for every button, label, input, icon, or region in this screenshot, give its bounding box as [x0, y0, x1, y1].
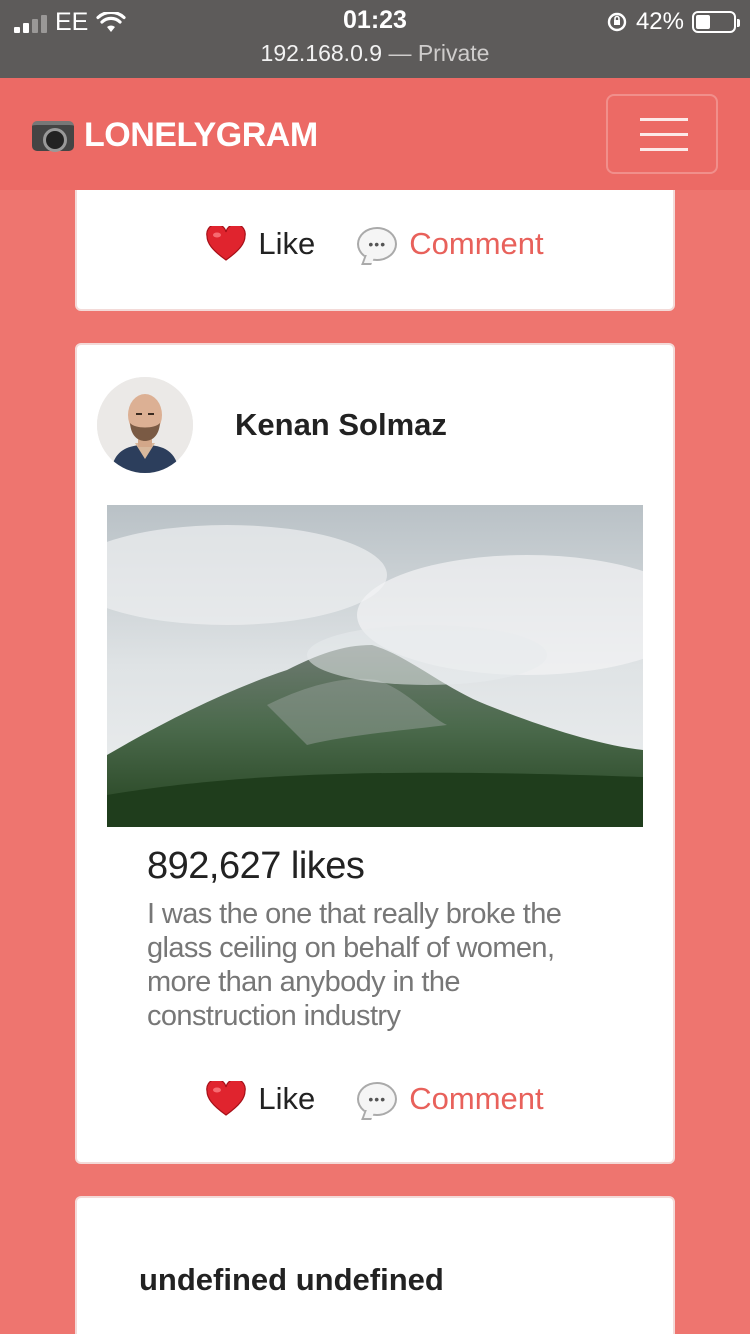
comment-label: Comment — [409, 226, 544, 261]
orientation-lock-icon — [607, 12, 627, 32]
battery-percent: 42% — [635, 8, 684, 35]
battery-icon — [692, 11, 740, 33]
mountain-image — [107, 505, 643, 827]
address-bar[interactable]: 192.168.0.9 — Private — [0, 40, 750, 67]
post-card: Kenan Solmaz 892,627 likes I was the one… — [75, 343, 675, 1164]
post-card-next: undefined undefined — [75, 1196, 675, 1334]
hamburger-icon — [640, 118, 688, 121]
post-username[interactable]: undefined undefined — [139, 1262, 444, 1298]
avatar-image — [97, 377, 193, 473]
camera-icon — [32, 120, 74, 152]
private-label: — Private — [388, 40, 490, 66]
like-button[interactable]: Like — [206, 226, 315, 262]
comment-label: Comment — [409, 1081, 544, 1116]
likes-count: 892,627 likes — [147, 845, 365, 887]
post-photo — [107, 505, 643, 827]
speech-bubble-icon: ••• — [357, 227, 398, 261]
post-username[interactable]: Kenan Solmaz — [235, 407, 447, 443]
menu-toggle-button[interactable] — [606, 94, 718, 174]
comment-button[interactable]: ••• Comment — [357, 226, 544, 262]
post-actions: Like ••• Comment — [77, 226, 673, 262]
like-label: Like — [258, 226, 316, 261]
comment-button[interactable]: ••• Comment — [357, 1081, 544, 1117]
status-right: 42% — [606, 8, 740, 36]
avatar[interactable] — [97, 377, 193, 473]
address-url: 192.168.0.9 — [260, 40, 383, 66]
navbar: LONELYGRAM — [0, 78, 750, 190]
status-bar: EE 01:23 192.168.0.9 — Private 42% — [0, 0, 750, 78]
brand-name: LONELYGRAM — [84, 116, 318, 154]
heart-icon — [206, 1081, 247, 1116]
like-button[interactable]: Like — [206, 1081, 315, 1117]
like-label: Like — [258, 1081, 316, 1116]
post-actions: Like ••• Comment — [77, 1081, 673, 1117]
post-caption: I was the one that really broke the glas… — [147, 898, 562, 1032]
brand-link[interactable]: LONELYGRAM — [32, 116, 318, 155]
heart-icon — [206, 226, 247, 261]
speech-bubble-icon: ••• — [357, 1082, 398, 1116]
